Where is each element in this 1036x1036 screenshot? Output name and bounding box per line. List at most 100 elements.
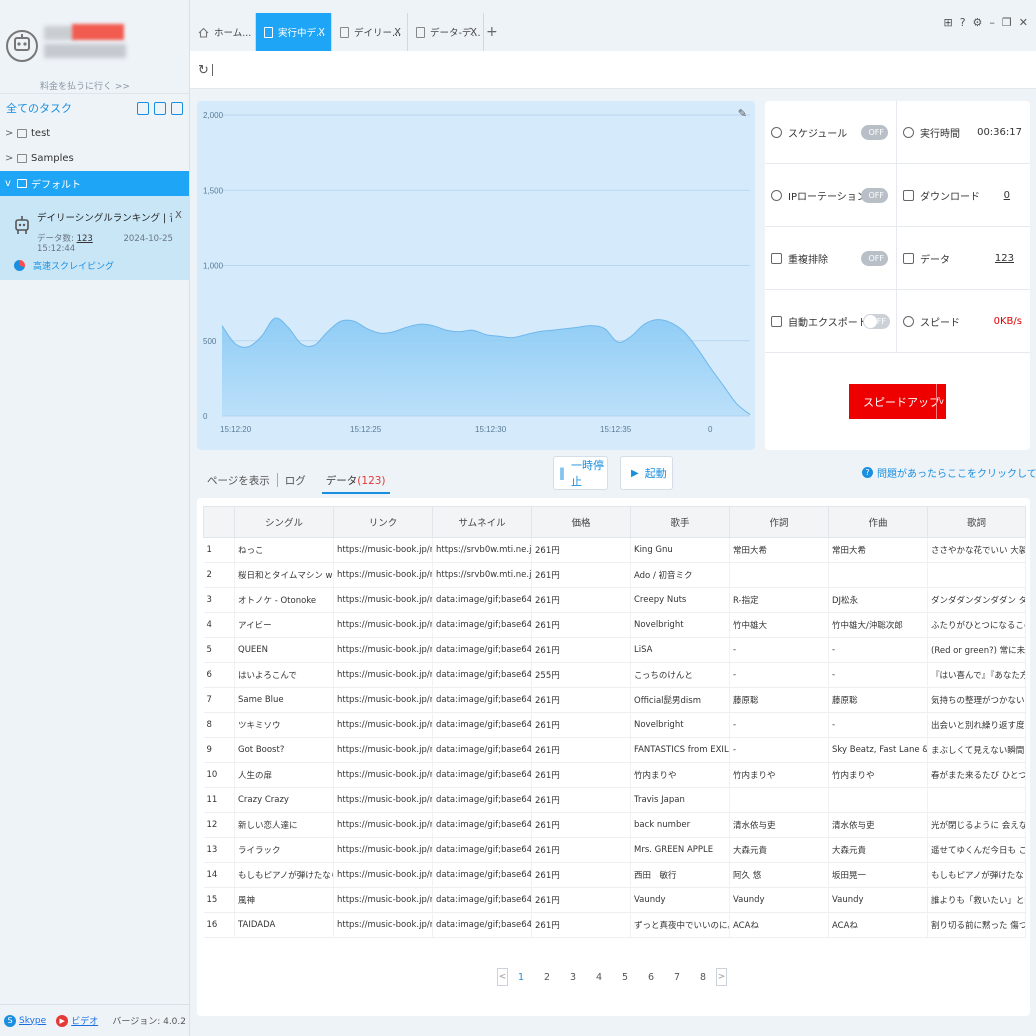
schedule-toggle[interactable]: OFF [861,124,888,140]
tree-item-default[interactable]: v デフォルト [0,171,189,196]
table-row[interactable]: 5QUEENhttps://music-book.jp/music/Art...… [203,637,1026,663]
all-tasks-label[interactable]: 全てのタスク [6,100,72,116]
column-header[interactable]: サムネイル [432,506,532,538]
skype-link[interactable]: Skype [19,1016,46,1026]
download-value[interactable]: 0 [1004,190,1010,201]
add-tab-button[interactable]: + [486,24,498,40]
page-number[interactable]: 3 [560,972,586,983]
column-header[interactable]: 歌手 [630,506,730,538]
table-cell: 誰よりも「救いたい」と想創... [927,887,1026,913]
table-cell: 清水依与吏 [729,812,829,838]
table-cell [927,562,1026,588]
auto-export-toggle[interactable]: OFF [863,313,890,329]
prev-page-button[interactable]: < [497,968,508,986]
column-header[interactable]: シングル [234,506,334,538]
gift-icon[interactable]: ⊞ [943,16,952,29]
restore-icon[interactable]: ❐ [1002,16,1012,29]
play-icon: ▶ [631,467,639,479]
close-icon[interactable]: ✕ [1019,16,1028,29]
pay-link[interactable]: 料金を払うに行く >> [40,79,130,92]
help-icon[interactable]: ? [960,16,966,29]
table-row[interactable]: 15風神https://music-book.jp/music/Art...da… [203,887,1026,913]
import-task-icon[interactable] [137,101,149,115]
tab-close-button[interactable]: X [394,27,401,38]
page-number[interactable]: 5 [612,972,638,983]
dedupe-toggle[interactable]: OFF [861,250,888,266]
edit-pencil-icon[interactable]: ✎ [738,107,747,120]
table-cell: オトノケ - Otonoke [234,587,334,613]
page-number[interactable]: 1 [508,972,534,983]
tab-running-data[interactable]: 実行中デ... X [256,13,332,51]
table-row[interactable]: 1ねっこhttps://music-book.jp/music/Art...ht… [203,537,1026,563]
column-header[interactable]: 作曲 [828,506,928,538]
table-row[interactable]: 7Same Bluehttps://music-book.jp/music/Ar… [203,687,1026,713]
column-header[interactable] [203,506,235,538]
table-row[interactable]: 16TAIDADAhttps://music-book.jp/music/Art… [203,912,1026,938]
tree-item-samples[interactable]: > Samples [0,146,189,171]
speed-chart: 2,000 1,500 1,000 500 0 15:12:20 15:12:25 15:12… [203,111,751,434]
column-header[interactable]: 歌詞 [927,506,1026,538]
task-close-button[interactable]: X [175,210,182,221]
table-row[interactable]: 8ツキミソウhttps://music-book.jp/music/Art...… [203,712,1026,738]
table-row[interactable]: 3オトノケ - Otonokehttps://music-book.jp/mus… [203,587,1026,613]
ip-rotation-toggle[interactable]: OFF [861,187,888,203]
table-row[interactable]: 14もしもピアノが弾けたならhttps://music-book.jp/musi… [203,862,1026,888]
tree-item-test[interactable]: > test [0,121,189,146]
tab-daily[interactable]: デイリー... X [332,13,408,51]
table-cell: 261円 [531,837,631,863]
page-number[interactable]: 4 [586,972,612,983]
tab-data[interactable]: データ(123) [321,473,390,494]
column-header[interactable]: 価格 [531,506,631,538]
table-row[interactable]: 2桜日和とタイムマシン with 初...https://music-book.… [203,562,1026,588]
new-task-icon[interactable] [154,101,166,115]
page-number[interactable]: 6 [638,972,664,983]
blurred-badge [72,24,124,40]
row-index: 4 [203,612,235,638]
tab-home[interactable]: ホーム... [190,13,256,51]
page-number[interactable]: 2 [534,972,560,983]
table-cell: はいよろこんで [234,662,334,688]
table-cell: 竹内まりや [729,762,829,788]
help-link[interactable]: ? 問題があったらここをクリックしてください [862,465,1036,480]
table-row[interactable]: 10人生の扉https://music-book.jp/music/Art...… [203,762,1026,788]
tab-log[interactable]: ログ [281,473,310,488]
next-page-button[interactable]: > [716,968,727,986]
minimize-icon[interactable]: – [989,16,995,29]
page-number[interactable]: 8 [690,972,716,983]
table-row[interactable]: 13ライラックhttps://music-book.jp/music/Art..… [203,837,1026,863]
speed-scrape-link[interactable]: 高速スクレイピング [14,259,114,272]
task-title[interactable]: デイリーシングルランキング | 音楽ダウン... [37,210,172,224]
data-value[interactable]: 123 [995,253,1014,264]
clock-icon [903,126,914,138]
page-number[interactable]: 7 [664,972,690,983]
column-header[interactable]: リンク [333,506,433,538]
settings-icon[interactable]: ⚙ [973,16,983,29]
table-row[interactable]: 9Got Boost?https://music-book.jp/music/A… [203,737,1026,763]
table-cell: 気持ちの整理がつかないまま... [927,687,1026,713]
table-row[interactable]: 11Crazy Crazyhttps://music-book.jp/music… [203,787,1026,813]
speedup-button[interactable]: スピードアップ v [849,384,946,419]
new-group-icon[interactable] [171,101,183,115]
table-cell: data:image/gif;base64,R0lGO... [432,837,532,863]
start-button[interactable]: ▶ 起動 [620,456,673,490]
video-link[interactable]: ビデオ [71,1014,98,1027]
refresh-icon[interactable]: ↻ [198,63,209,78]
skype-icon[interactable]: S [4,1014,16,1027]
table-row[interactable]: 12新しい恋人達にhttps://music-book.jp/music/Art… [203,812,1026,838]
tab-data-design[interactable]: データ-デ... X [408,13,484,51]
tab-page-view[interactable]: ページを表示 [203,473,274,488]
data-count-link[interactable]: 123 [77,234,93,244]
tab-close-button[interactable]: X [318,27,325,38]
task-card[interactable]: デイリーシングルランキング | 音楽ダウン... X データ数: 123 202… [0,196,189,280]
table-row[interactable]: 6はいよろこんでhttps://music-book.jp/music/Art.… [203,662,1026,688]
pause-button[interactable]: ‖ 一時停止 [553,456,608,490]
start-label: 起動 [644,467,667,480]
table-cell: 竹内まりや [630,762,730,788]
robot-avatar-icon[interactable] [6,26,38,66]
table-row[interactable]: 4アイビーhttps://music-book.jp/music/Art...d… [203,612,1026,638]
table-header-row: シングル リンク サムネイル 価格 歌手 作詞 作曲 歌詞 [203,506,1026,538]
speedup-dropdown-icon[interactable]: v [936,384,946,419]
video-icon[interactable]: ▶ [56,1014,69,1027]
column-header[interactable]: 作詞 [729,506,829,538]
tab-close-button[interactable]: X [470,27,477,38]
